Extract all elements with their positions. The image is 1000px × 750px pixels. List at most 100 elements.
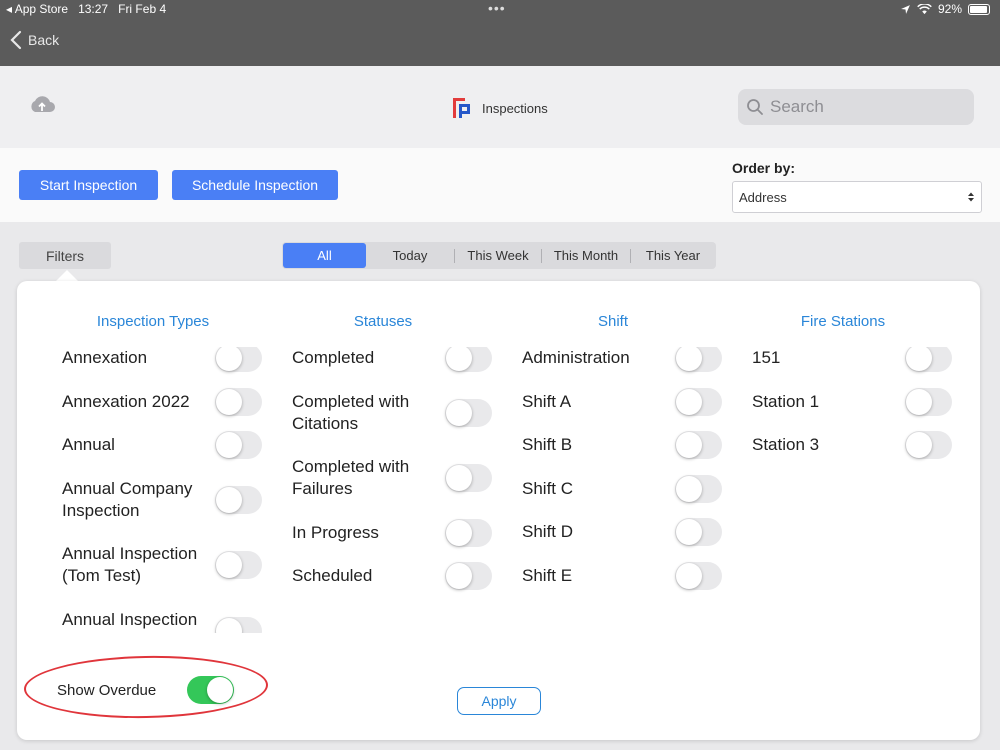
toggle-knob: [906, 432, 932, 459]
status-right: 92%: [900, 2, 990, 16]
app-store-label: App Store: [14, 2, 69, 16]
segment-all[interactable]: All: [283, 243, 366, 268]
filter-toggle[interactable]: [675, 474, 722, 503]
filter-option-label: Administration: [522, 348, 630, 367]
filter-option-label: Annexation: [62, 348, 148, 367]
filter-toggle[interactable]: [215, 616, 262, 633]
filter-toggle[interactable]: [675, 431, 722, 460]
toolbar: Start Inspection Schedule Inspection Ord…: [0, 148, 1000, 222]
filter-option: Shift A: [522, 387, 722, 416]
filter-toggle[interactable]: [215, 387, 262, 416]
toggle-knob: [676, 563, 702, 589]
chevron-left-icon: [10, 30, 22, 50]
filter-toggle[interactable]: [215, 485, 262, 514]
back-label: Back: [28, 32, 60, 48]
filter-option: In Progress: [292, 518, 492, 547]
order-by-select[interactable]: Address: [732, 181, 982, 213]
filter-toggle[interactable]: [445, 464, 492, 493]
filter-option-label: Completed: [292, 348, 375, 367]
filter-option-label: 151: [752, 348, 781, 367]
status-bar: ◂ App Store 13:27 Fri Feb 4 ••• 92% Back: [0, 0, 1000, 66]
filter-option: Station 3: [752, 431, 952, 460]
page-title-text: Inspections: [482, 100, 548, 116]
back-button[interactable]: Back: [10, 30, 59, 50]
filter-option-label: Shift D: [522, 522, 574, 542]
filter-toggle[interactable]: [675, 387, 722, 416]
filter-option-label: Station 1: [752, 391, 820, 411]
toggle-knob: [216, 388, 242, 415]
show-overdue-row: Show Overdue: [57, 676, 234, 704]
schedule-inspection-button[interactable]: Schedule Inspection: [172, 170, 338, 200]
filter-option: Annual: [62, 431, 262, 460]
filter-option-label: Annexation 2022: [62, 391, 190, 411]
filter-toggle[interactable]: [445, 562, 492, 591]
filter-option-label: Completed with Citations: [292, 391, 410, 433]
filter-toggle[interactable]: [445, 347, 492, 372]
segment-this-year[interactable]: This Year: [631, 243, 715, 268]
status-date: Fri Feb 4: [118, 2, 167, 16]
filter-option: Shift C: [522, 474, 722, 503]
toggle-knob: [216, 347, 242, 371]
toggle-knob: [207, 677, 233, 703]
toggle-knob: [676, 475, 702, 502]
app-header: Inspections: [0, 66, 1000, 148]
filter-option-label: Shift C: [522, 478, 574, 498]
status-left: ◂ App Store 13:27 Fri Feb 4: [6, 2, 166, 16]
filter-list: Administration Shift A Shift B Shift C Shift…: [522, 347, 722, 633]
battery-icon: [968, 3, 990, 15]
status-time: 13:27: [78, 2, 109, 16]
start-inspection-button[interactable]: Start Inspection: [19, 170, 158, 200]
filter-toggle[interactable]: [905, 387, 952, 416]
filter-toggle[interactable]: [675, 347, 722, 372]
toggle-knob: [906, 347, 932, 371]
filter-option-label: Shift E: [522, 566, 573, 585]
filter-option: Annexation 2022: [62, 387, 262, 416]
filter-list: 151 Station 1 Station 3: [752, 347, 952, 633]
filter-toggle[interactable]: [215, 551, 262, 580]
filter-toggle[interactable]: [445, 398, 492, 427]
filter-option-label: Station 3: [752, 435, 820, 455]
filter-option: Shift D: [522, 518, 722, 547]
filter-toggle[interactable]: [215, 347, 262, 372]
column-heading: Fire Stations: [800, 313, 886, 330]
filter-toggle[interactable]: [445, 518, 492, 547]
search-bar[interactable]: [738, 89, 974, 125]
toggle-knob: [676, 388, 702, 415]
filter-toggle[interactable]: [215, 431, 262, 460]
filter-toggle[interactable]: [675, 562, 722, 590]
filter-option: Shift E: [522, 562, 722, 590]
select-arrows-icon: [968, 192, 974, 202]
filter-option: Scheduled: [292, 562, 492, 591]
location-icon: [901, 4, 910, 14]
filter-option: 151: [752, 347, 952, 372]
filter-list: Completed Completed with Citations Complet…: [292, 347, 492, 633]
segment-this-month[interactable]: This Month: [542, 243, 630, 268]
filter-toggle[interactable]: [675, 518, 722, 547]
search-icon: [747, 99, 763, 115]
filter-toggle[interactable]: [905, 347, 952, 372]
app-store-back-link[interactable]: ◂ App Store: [6, 2, 68, 16]
filter-option-label: Shift B: [522, 435, 573, 455]
filters-tab[interactable]: Filters: [19, 242, 111, 269]
filter-option: Completed: [292, 347, 492, 372]
segment-this-week[interactable]: This Week: [455, 243, 541, 268]
toggle-knob: [906, 388, 932, 415]
show-overdue-label: Show Overdue: [57, 681, 157, 699]
multitasking-dots[interactable]: •••: [488, 0, 506, 16]
search-input[interactable]: [770, 97, 960, 117]
segment-today[interactable]: Today: [366, 243, 454, 268]
filter-option: Shift B: [522, 431, 722, 460]
filter-option: Completed with Citations: [292, 391, 492, 435]
toggle-knob: [446, 563, 472, 590]
order-by-value: Address: [739, 189, 787, 205]
app-logo-icon: [453, 98, 470, 118]
toggle-knob: [216, 552, 242, 579]
filter-option-label: Shift A: [522, 391, 572, 411]
toggle-knob: [446, 347, 472, 371]
toggle-knob: [676, 347, 702, 371]
show-overdue-toggle[interactable]: [187, 676, 234, 704]
cloud-upload-icon[interactable]: [28, 94, 56, 121]
apply-button[interactable]: Apply: [457, 687, 541, 715]
toggle-knob: [216, 617, 242, 633]
filter-toggle[interactable]: [905, 431, 952, 460]
